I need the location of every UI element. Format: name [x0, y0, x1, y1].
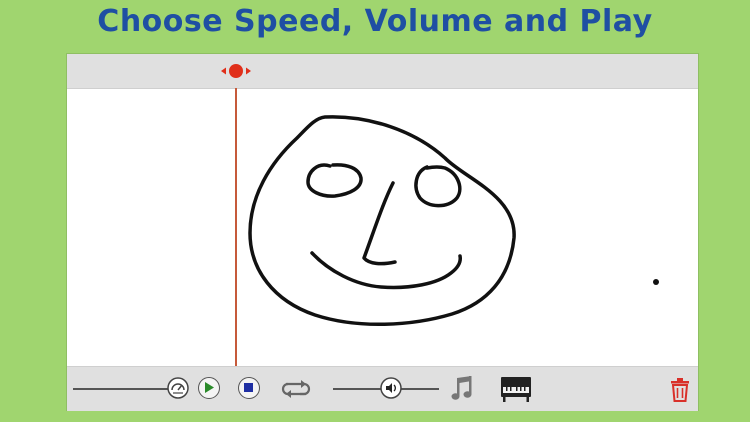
clear-drawing-button[interactable] — [669, 377, 691, 403]
speaker-icon — [380, 377, 403, 399]
play-button[interactable] — [198, 377, 220, 399]
stop-button[interactable] — [238, 377, 260, 399]
mouth-stroke — [310, 251, 462, 290]
timeline-bar — [67, 54, 698, 89]
drawing-canvas[interactable] — [67, 88, 698, 366]
music-notes-button[interactable] — [450, 375, 476, 403]
page-title: Choose Speed, Volume and Play — [97, 4, 653, 39]
speed-slider-thumb[interactable] — [166, 377, 189, 399]
ink-dot — [653, 279, 659, 285]
nose-stroke — [362, 181, 397, 266]
stop-icon — [244, 383, 253, 392]
piano-icon — [501, 377, 531, 402]
left-eye-stroke — [306, 163, 363, 198]
loop-icon — [281, 380, 311, 398]
speedometer-icon — [166, 377, 189, 399]
face-outline-stroke — [248, 115, 516, 326]
volume-slider-thumb[interactable] — [380, 377, 403, 399]
control-toolbar — [67, 366, 698, 411]
playhead-handle-icon — [221, 64, 251, 78]
music-notes-icon — [451, 376, 472, 400]
right-eye-stroke — [414, 165, 462, 208]
play-icon — [205, 382, 214, 393]
playhead-handle[interactable] — [220, 63, 252, 79]
loop-button[interactable] — [278, 378, 314, 400]
drawing-strokes — [248, 115, 659, 326]
piano-button[interactable] — [499, 375, 533, 403]
trash-icon — [671, 378, 689, 402]
drawing-app — [67, 54, 698, 411]
